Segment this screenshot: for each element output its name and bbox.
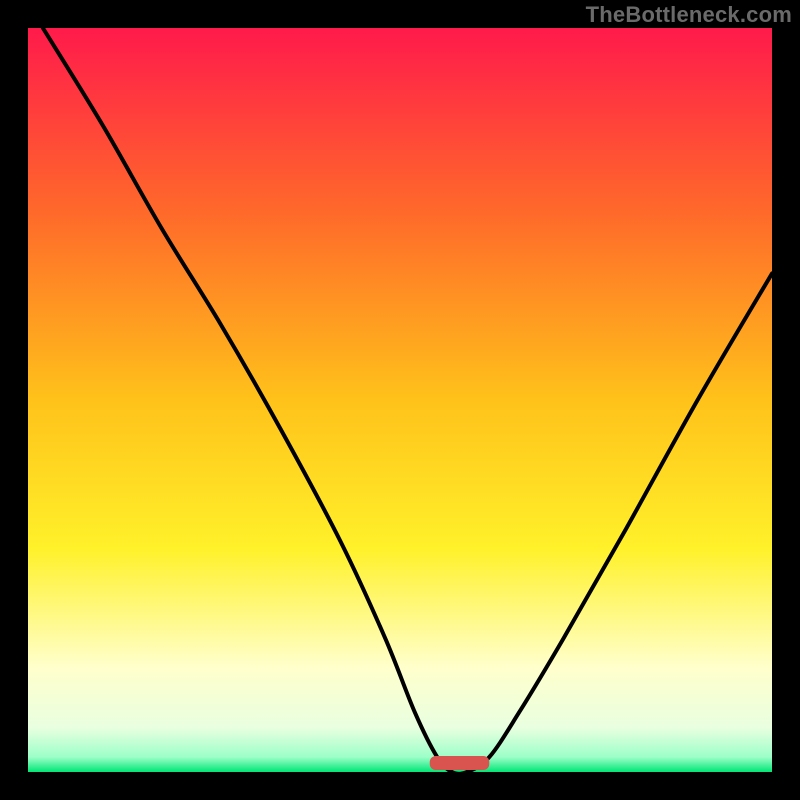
optimal-marker <box>430 756 490 770</box>
chart-frame: TheBottleneck.com <box>0 0 800 800</box>
bottleneck-chart <box>28 28 772 772</box>
plot-area <box>28 28 772 772</box>
attribution-label: TheBottleneck.com <box>586 2 792 28</box>
gradient-background <box>28 28 772 772</box>
